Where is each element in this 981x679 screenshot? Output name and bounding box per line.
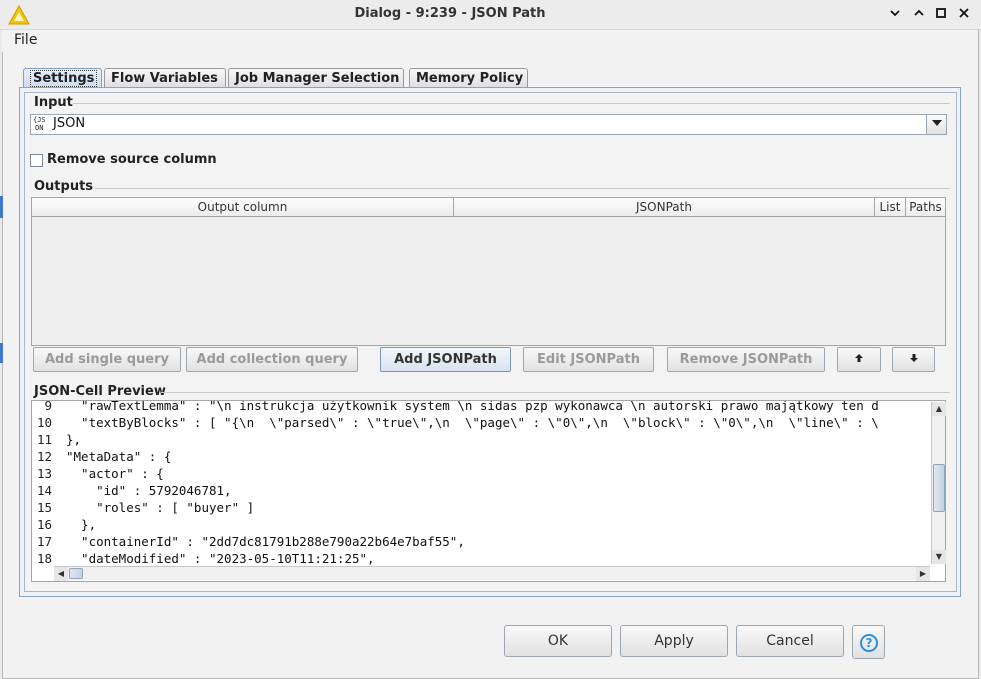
code-line: 18 "dateModified" : "2023-05-10T11:21:25… bbox=[32, 550, 375, 567]
menu-bar bbox=[2, 30, 977, 52]
chevron-up-icon bbox=[914, 9, 924, 16]
outputs-table[interactable]: Output column JSONPath List Paths bbox=[31, 197, 946, 346]
maximize-button[interactable] bbox=[932, 6, 950, 24]
group-divider bbox=[95, 188, 950, 189]
dropdown-button[interactable] bbox=[926, 115, 946, 134]
code-text: }, bbox=[66, 517, 97, 532]
vertical-scroll-thumb[interactable] bbox=[933, 464, 945, 512]
menu-file[interactable]: File bbox=[14, 32, 37, 48]
remove-source-checkbox[interactable] bbox=[30, 154, 43, 167]
minimize-button[interactable] bbox=[886, 6, 904, 24]
code-text: "containerId" : "2dd7dc81791b288e790a22b… bbox=[66, 534, 465, 549]
tab-label: Settings bbox=[30, 70, 98, 87]
input-group-label: Input bbox=[34, 95, 73, 110]
add-single-query-button[interactable]: Add single query bbox=[33, 347, 181, 372]
input-column-select[interactable] bbox=[30, 114, 947, 135]
tab-job-manager-selection[interactable]: Job Manager Selection bbox=[228, 68, 404, 88]
window-title: Dialog - 9:239 - JSON Path bbox=[354, 6, 546, 21]
background-window-edge bbox=[0, 196, 3, 218]
line-number: 14 bbox=[36, 483, 52, 498]
arrow-down-icon bbox=[909, 354, 918, 362]
line-number: 11 bbox=[36, 432, 52, 447]
close-button[interactable] bbox=[955, 6, 973, 24]
line-number: 17 bbox=[36, 534, 52, 549]
vertical-scrollbar[interactable]: ▲ ▼ bbox=[931, 402, 946, 564]
move-up-button[interactable] bbox=[837, 347, 881, 372]
code-line: 12 "MetaData" : { bbox=[32, 448, 171, 465]
remove-source-label: Remove source column bbox=[47, 152, 217, 167]
input-column-value: JSON bbox=[53, 116, 86, 131]
tab-memory-policy[interactable]: Memory Policy bbox=[409, 68, 528, 88]
cancel-button[interactable]: Cancel bbox=[736, 625, 844, 657]
move-down-button[interactable] bbox=[892, 347, 935, 372]
line-number: 16 bbox=[36, 517, 52, 532]
scroll-down-arrow-icon[interactable]: ▼ bbox=[932, 550, 946, 564]
scroll-left-arrow-icon[interactable]: ◀ bbox=[54, 567, 68, 581]
line-number: 18 bbox=[36, 551, 52, 566]
triangle-down-icon bbox=[931, 120, 942, 126]
column-header-paths[interactable]: Paths bbox=[906, 198, 945, 217]
code-text: "MetaData" : { bbox=[66, 449, 172, 464]
apply-button[interactable]: Apply bbox=[620, 625, 728, 657]
add-collection-query-button[interactable]: Add collection query bbox=[186, 347, 358, 372]
column-header-output-column[interactable]: Output column bbox=[32, 198, 454, 217]
json-preview-editor[interactable]: 9 "rawTextLemma" : "\n instrukcja użytko… bbox=[31, 400, 946, 582]
code-line: 9 "rawTextLemma" : "\n instrukcja użytko… bbox=[32, 400, 879, 414]
arrow-up-icon bbox=[855, 354, 863, 362]
horizontal-scrollbar[interactable]: ◀ ▶ bbox=[54, 566, 930, 581]
code-line: 10 "textByBlocks" : [ "{\n \"parsed\" : … bbox=[32, 414, 879, 431]
code-text: }, bbox=[66, 432, 82, 447]
tab-flow-variables[interactable]: Flow Variables bbox=[104, 68, 226, 88]
line-number: 10 bbox=[36, 415, 52, 430]
outputs-group-label: Outputs bbox=[34, 179, 94, 194]
column-header-jsonpath[interactable]: JSONPath bbox=[454, 198, 875, 217]
code-line: 15 "roles" : [ "buyer" ] bbox=[32, 499, 254, 516]
json-type-icon: {JS ON bbox=[33, 116, 51, 132]
code-line: 16 }, bbox=[32, 516, 96, 533]
restore-button[interactable] bbox=[910, 6, 928, 24]
code-text: "roles" : [ "buyer" ] bbox=[66, 500, 255, 515]
code-line: 14 "id" : 5792046781, bbox=[32, 482, 232, 499]
line-number: 15 bbox=[36, 500, 52, 515]
preview-group-label: JSON-Cell Preview bbox=[34, 384, 166, 399]
group-divider bbox=[161, 392, 950, 393]
code-text: "id" : 5792046781, bbox=[66, 483, 232, 498]
ok-button[interactable]: OK bbox=[504, 625, 612, 657]
help-icon: ? bbox=[860, 634, 878, 652]
line-number: 9 bbox=[44, 400, 52, 413]
tab-settings[interactable]: Settings bbox=[23, 68, 102, 88]
chevron-down-icon bbox=[890, 10, 900, 17]
horizontal-scroll-thumb[interactable] bbox=[69, 568, 83, 579]
line-number: 13 bbox=[36, 466, 52, 481]
remove-jsonpath-button[interactable]: Remove JSONPath bbox=[667, 347, 825, 372]
edit-jsonpath-button[interactable]: Edit JSONPath bbox=[523, 347, 654, 372]
code-text: "dateModified" : "2023-05-10T11:21:25", bbox=[66, 551, 375, 566]
code-line: 13 "actor" : { bbox=[32, 465, 164, 482]
column-header-list[interactable]: List bbox=[875, 198, 906, 217]
add-jsonpath-button[interactable]: Add JSONPath bbox=[380, 347, 511, 372]
group-divider bbox=[73, 103, 950, 104]
scroll-right-arrow-icon[interactable]: ▶ bbox=[916, 567, 930, 581]
code-text: "rawTextLemma" : "\n instrukcja użytkown… bbox=[66, 400, 879, 413]
code-line: 17 "containerId" : "2dd7dc81791b288e790a… bbox=[32, 533, 465, 550]
json-icon-top: {JS bbox=[33, 116, 46, 124]
line-number: 12 bbox=[36, 449, 52, 464]
code-line: 11}, bbox=[32, 431, 81, 448]
background-window-edge bbox=[0, 343, 3, 363]
code-text: "textByBlocks" : [ "{\n \"parsed\" : \"t… bbox=[66, 415, 879, 430]
json-icon-bottom: ON bbox=[35, 124, 44, 132]
close-icon bbox=[959, 8, 969, 18]
code-text: "actor" : { bbox=[66, 466, 164, 481]
scroll-up-arrow-icon[interactable]: ▲ bbox=[932, 402, 946, 416]
square-icon bbox=[936, 8, 946, 18]
help-button[interactable]: ? bbox=[852, 625, 885, 659]
